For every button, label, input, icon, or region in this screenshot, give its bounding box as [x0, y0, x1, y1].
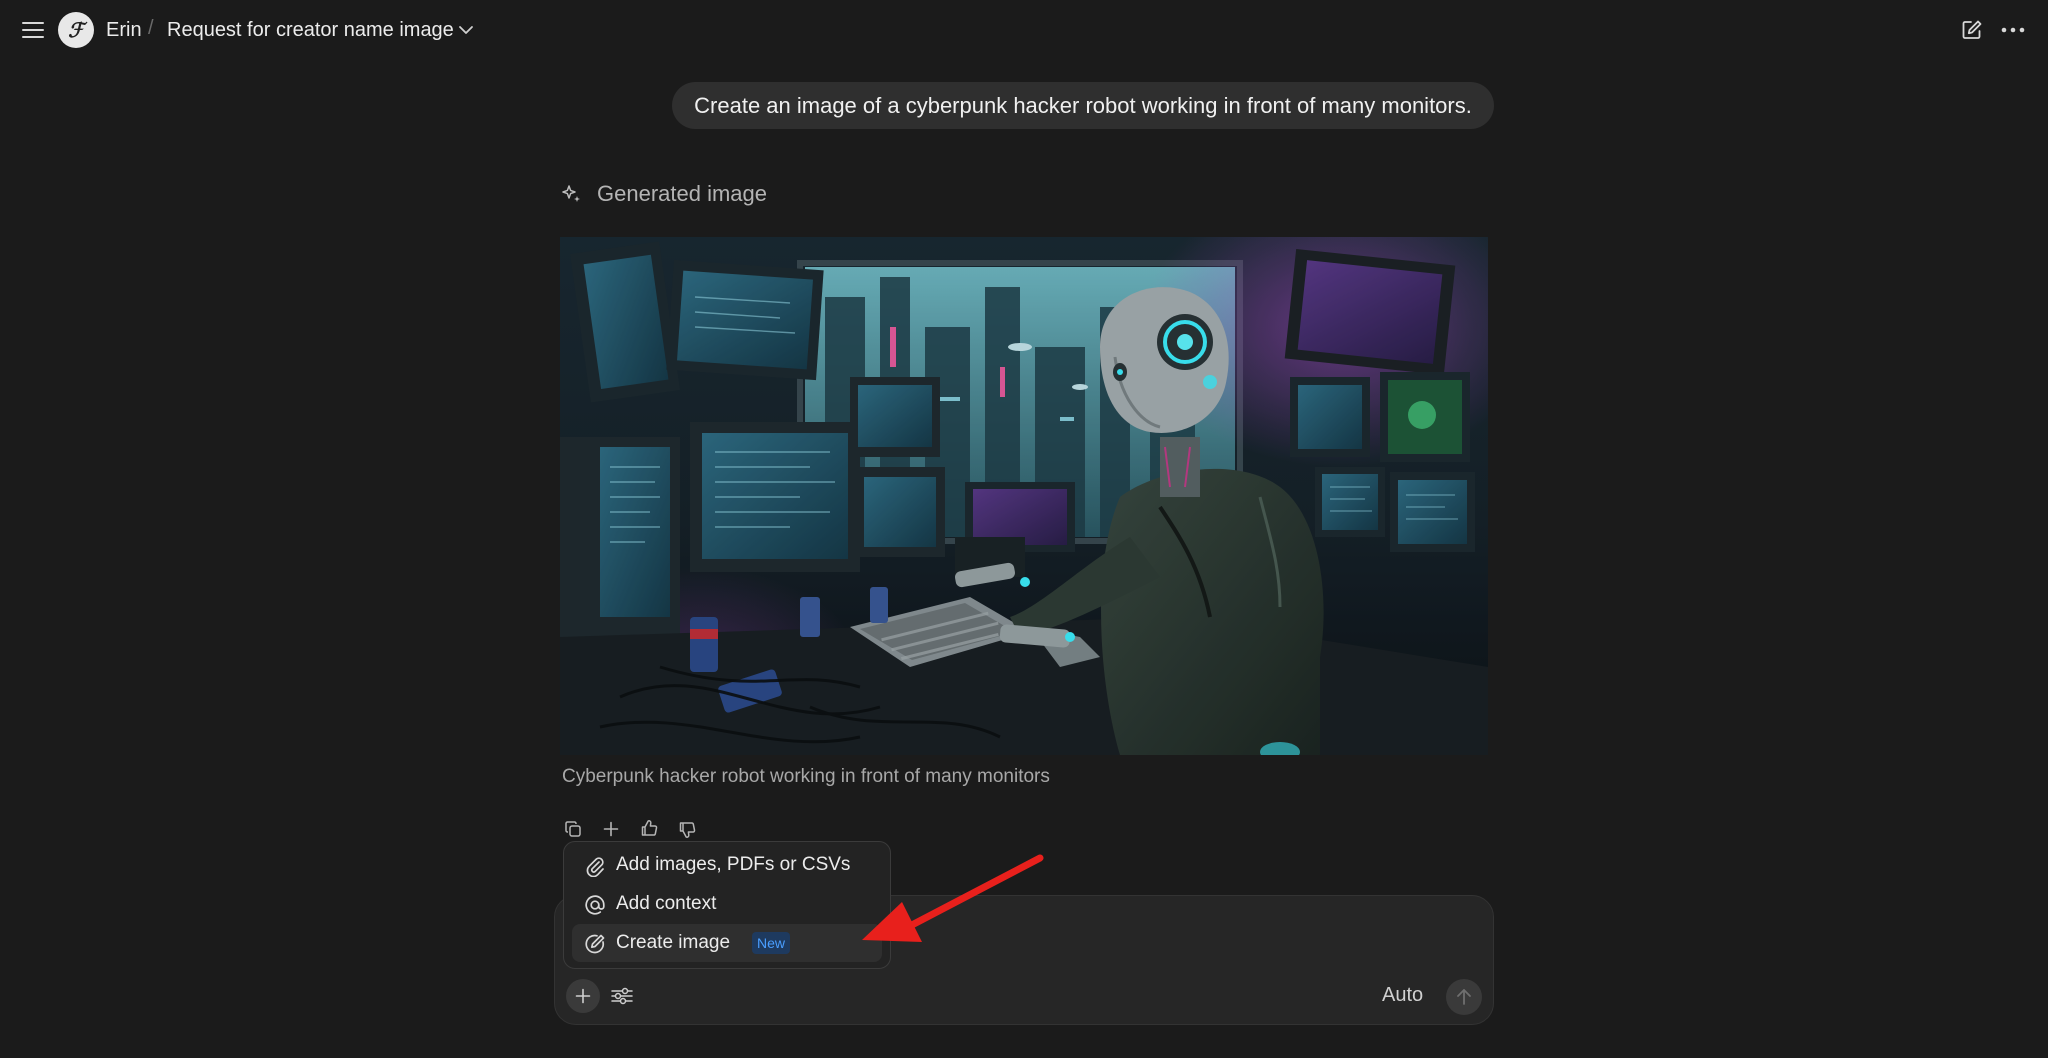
send-arrow-icon	[1456, 988, 1472, 1006]
user-message-bubble: Create an image of a cyberpunk hacker ro…	[672, 82, 1494, 129]
more-options-button[interactable]	[1996, 16, 2030, 44]
chat-title-dropdown[interactable]	[455, 20, 477, 40]
more-options-icon	[2001, 27, 2025, 33]
model-selector[interactable]: Auto	[1382, 984, 1423, 1007]
avatar[interactable]: ℱ	[58, 12, 94, 48]
menu-item-add-context[interactable]: Add context	[572, 885, 882, 923]
hamburger-menu-button[interactable]	[18, 16, 48, 44]
thumbs-down-icon	[678, 821, 696, 839]
chat-title[interactable]: Request for creator name image	[167, 17, 454, 43]
new-badge: New	[752, 932, 791, 954]
thumbs-down-button[interactable]	[674, 819, 700, 841]
sparkles-icon	[560, 183, 582, 205]
settings-sliders-button[interactable]	[608, 981, 636, 1011]
menu-item-create-image[interactable]: Create image New	[572, 924, 882, 962]
new-chat-icon	[1961, 19, 1983, 41]
at-sign-icon	[584, 894, 606, 916]
create-image-icon	[584, 933, 606, 955]
menu-item-label: Add context	[616, 893, 717, 914]
composer-popup-menu: Add images, PDFs or CSVs Add context Cre…	[563, 841, 891, 969]
menu-item-label: Add images, PDFs or CSVs	[616, 854, 851, 875]
breadcrumb-separator: /	[148, 17, 154, 39]
paperclip-icon	[584, 855, 606, 877]
menu-item-label: Create image	[616, 932, 731, 953]
image-caption: Cyberpunk hacker robot working in front …	[562, 766, 1050, 787]
thumbs-up-button[interactable]	[636, 817, 662, 839]
chevron-down-icon	[458, 25, 474, 35]
menu-item-add-files[interactable]: Add images, PDFs or CSVs	[572, 846, 882, 884]
generated-image[interactable]	[560, 237, 1488, 755]
user-message-text: Create an image of a cyberpunk hacker ro…	[694, 92, 1472, 118]
add-button[interactable]	[598, 818, 624, 840]
settings-sliders-icon	[611, 987, 633, 1005]
hamburger-menu-icon	[22, 21, 44, 39]
new-chat-button[interactable]	[1958, 16, 1986, 44]
copy-icon	[564, 820, 582, 838]
user-name[interactable]: Erin	[106, 17, 142, 43]
composer-plus-button[interactable]	[566, 979, 600, 1013]
plus-icon	[603, 821, 619, 837]
generated-image-label: Generated image	[597, 181, 767, 206]
avatar-glyph: ℱ	[68, 18, 84, 42]
thumbs-up-icon	[640, 819, 658, 837]
copy-button[interactable]	[560, 818, 586, 840]
plus-icon	[575, 988, 591, 1004]
send-button[interactable]	[1446, 979, 1482, 1015]
